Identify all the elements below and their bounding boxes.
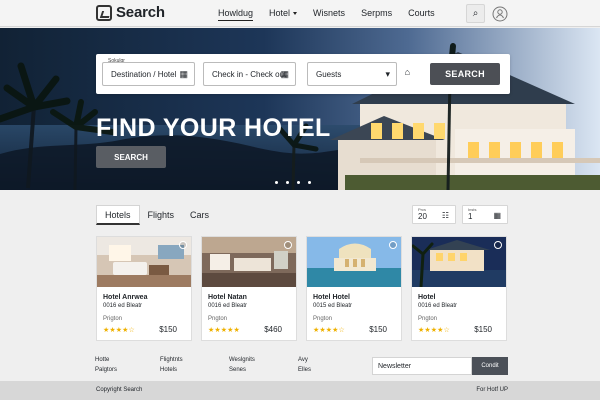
carousel-dot[interactable]	[308, 181, 311, 184]
footer-link[interactable]: Hotte	[95, 355, 117, 365]
category-tabs: Hotels Flights Cars	[96, 205, 217, 225]
calendar-icon: ▦	[280, 69, 289, 79]
price-filter-value: 20	[418, 212, 427, 221]
nav-item-courts[interactable]: Courts	[408, 8, 435, 21]
trash-icon: ▦	[493, 211, 501, 220]
carousel-dots	[275, 181, 311, 184]
hotel-cards: Hotel Anrwea 0016 ed Bleatr Prigton ★★★★…	[96, 236, 507, 341]
main-nav: Howldug Hotel Wisnets Serpms Courts	[218, 8, 435, 21]
favorite-icon[interactable]	[284, 241, 292, 249]
nav-item-hotel-label: Hotel	[269, 8, 291, 18]
logo-text: Search	[116, 4, 165, 21]
logo[interactable]: Search	[96, 4, 165, 21]
hotel-search-panel: Sokulgr Destination / Hotel ▦ Check in -…	[96, 54, 510, 94]
hotel-location: Pngton	[418, 316, 438, 322]
newsletter-submit-button[interactable]: Condit	[472, 357, 508, 375]
footer-link[interactable]: Weslgnits	[229, 355, 255, 365]
hotel-card-4[interactable]: Hotel 0016 ed Bleatr Pngton ★★★★☆ $150	[411, 236, 507, 341]
guests-value: Guests	[316, 69, 342, 79]
guest-icon: ⌂	[404, 67, 410, 77]
tab-hotels[interactable]: Hotels	[96, 205, 140, 225]
footer-column-3: Weslgnits Senes	[229, 355, 255, 375]
newsletter-input[interactable]: Newsletter	[372, 357, 472, 375]
hero-title: FIND YOUR HOTEL	[96, 114, 331, 142]
carousel-dot[interactable]	[275, 181, 278, 184]
date-range-value: Check in - Check out	[212, 69, 287, 79]
nav-item-wisnets[interactable]: Wisnets	[313, 8, 345, 21]
filter-icon: ☷	[441, 211, 449, 220]
footer-right-text: For Hotf UP	[476, 387, 508, 393]
hotel-price: $150	[474, 325, 492, 334]
carousel-dot[interactable]	[297, 181, 300, 184]
tab-cars[interactable]: Cars	[182, 205, 217, 225]
hotel-location: Prigton	[103, 316, 123, 322]
star-rating: ★★★★☆	[418, 327, 450, 334]
room-image-1	[97, 237, 191, 287]
hotel-location: Pngton	[208, 316, 228, 322]
info-filter-value: 1	[468, 212, 473, 221]
footer-link[interactable]: Flightnts	[160, 355, 183, 365]
hotel-card-3[interactable]: Hotel Hotel 0015 ed Bleatr Pngton ★★★★☆ …	[306, 236, 402, 341]
footer-column-2: Flightnts Hotels	[160, 355, 183, 375]
hero-banner	[0, 28, 600, 190]
hero-search-button[interactable]: SEARCH	[96, 146, 166, 168]
info-filter[interactable]: Insts 1 ▦	[462, 205, 508, 224]
hotel-address: 0015 ed Bleatr	[313, 303, 353, 309]
footer-link[interactable]: Palgtors	[95, 365, 117, 375]
star-rating: ★★★★★	[208, 327, 240, 334]
hotel-address: 0016 ed Bleatr	[103, 303, 143, 309]
search-button-top[interactable]: ⌕	[466, 4, 485, 23]
carousel-dot[interactable]	[286, 181, 289, 184]
hotel-location: Pngton	[313, 316, 333, 322]
hotel-address: 0016 ed Bleatr	[208, 303, 248, 309]
tab-flights[interactable]: Flights	[140, 205, 183, 225]
hotel-name: Hotel Natan	[208, 294, 247, 301]
chevron-down-icon: ▾	[385, 69, 390, 79]
footer-column-1: Hotte Palgtors	[95, 355, 117, 375]
hotel-name: Hotel Anrwea	[103, 294, 148, 301]
price-filter[interactable]: Prcs 20 ☷	[412, 205, 456, 224]
footer-link[interactable]: Senes	[229, 365, 255, 375]
user-icon	[492, 6, 507, 21]
hotel-exterior-image-3	[307, 237, 401, 287]
hotel-price: $150	[159, 325, 177, 334]
hotel-name: Hotel	[418, 294, 436, 301]
search-button[interactable]: SEARCH	[430, 63, 500, 85]
hotel-price: $460	[264, 325, 282, 334]
footer-column-4: Avy Elles	[298, 355, 311, 375]
hotel-price: $150	[369, 325, 387, 334]
nav-item-howldug[interactable]: Howldug	[218, 8, 254, 21]
chevron-down-icon	[293, 12, 298, 16]
nav-item-serpms[interactable]: Serpms	[361, 8, 392, 21]
footer-bottom-strip	[0, 381, 600, 400]
guests-field[interactable]: Guests ▾ ⌂	[307, 62, 410, 86]
hero-background-image	[0, 28, 600, 190]
date-range-field[interactable]: Check in - Check out ▦	[203, 62, 296, 86]
destination-field[interactable]: Destination / Hotel ▦	[102, 62, 195, 86]
search-icon: ⌕	[472, 8, 479, 19]
copyright-text: Copyright Search	[96, 387, 143, 393]
hotel-card-2[interactable]: Hotel Natan 0016 ed Bleatr Pngton ★★★★★ …	[201, 236, 297, 341]
hotel-address: 0016 ed Bleatr	[418, 303, 458, 309]
search-app-icon	[96, 4, 112, 21]
room-image-2	[202, 237, 296, 287]
footer-link[interactable]: Hotels	[160, 365, 183, 375]
favorite-icon[interactable]	[389, 241, 397, 249]
footer-link[interactable]: Avy Elles	[298, 355, 311, 375]
favorite-icon[interactable]	[494, 241, 502, 249]
destination-value: Destination / Hotel	[111, 69, 177, 79]
nav-item-hotel[interactable]: Hotel	[269, 8, 298, 21]
hotel-search-page: Search Howldug Hotel Wisnets Serpms Cour…	[0, 0, 600, 400]
favorite-icon[interactable]	[179, 241, 187, 249]
profile-button[interactable]	[490, 4, 509, 23]
calendar-icon: ▦	[179, 69, 188, 79]
hotel-card-1[interactable]: Hotel Anrwea 0016 ed Bleatr Prigton ★★★★…	[96, 236, 192, 341]
star-rating: ★★★★☆	[103, 327, 135, 334]
hotel-name: Hotel Hotel	[313, 294, 350, 301]
hotel-night-image-4	[412, 237, 506, 289]
top-navigation-bar: Search Howldug Hotel Wisnets Serpms Cour…	[0, 0, 600, 27]
star-rating: ★★★★☆	[313, 327, 345, 334]
